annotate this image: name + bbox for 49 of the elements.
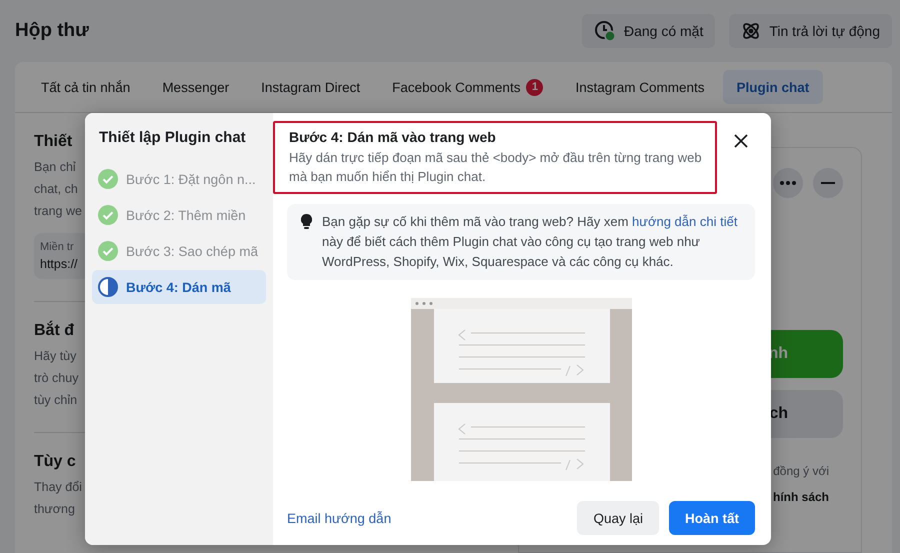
- step-item[interactable]: Bước 4: Dán mã: [92, 270, 266, 304]
- section-text: Bạn chỉ: [34, 159, 76, 176]
- step-item[interactable]: Bước 1: Đặt ngôn n...: [92, 162, 266, 196]
- step-item[interactable]: Bước 3: Sao chép mã: [92, 234, 266, 268]
- section-text: Thay đổi: [34, 479, 82, 496]
- clock-icon: [594, 20, 616, 42]
- minus-icon: [821, 182, 835, 184]
- close-icon: [734, 134, 748, 148]
- section-text: trang we: [34, 203, 82, 220]
- field-value: https://: [40, 257, 78, 271]
- back-button[interactable]: Quay lại: [577, 501, 659, 535]
- policy-link[interactable]: hính sách: [772, 490, 843, 504]
- presence-button[interactable]: Đang có mặt: [582, 14, 716, 48]
- dialog-title: Thiết lập Plugin chat: [98, 129, 247, 148]
- section-text: tùy chỉn: [34, 392, 78, 409]
- section-text: trò chuy: [34, 370, 78, 387]
- tab[interactable]: Messenger: [148, 70, 244, 104]
- check-circle-icon: [98, 241, 118, 261]
- section-title: Tùy c: [34, 453, 76, 471]
- tip-text: Bạn gặp sự cố khi thêm mã vào trang web? Hãy xem hướng dẫn chi tiết này để biết cách thêm Plugin chat vào công cụ tạo trang web như WordPress, Shopify, Wix, Squarespace và các công cụ khác.: [322, 213, 738, 271]
- more-button[interactable]: [773, 168, 803, 198]
- section-text: chat, ch: [34, 181, 78, 198]
- section-text: Hãy tùy: [34, 348, 76, 365]
- step-description: Hãy dán trực tiếp đoạn mã sau thẻ <body> mở đầu trên từng trang web mà bạn muốn hiển thị Plugin chat.: [289, 149, 703, 186]
- email-guide-link[interactable]: Email hướng dẫn: [287, 510, 568, 526]
- more-icon: [780, 181, 796, 185]
- tab[interactable]: Plugin chat: [722, 70, 824, 104]
- minimize-button[interactable]: [813, 168, 843, 198]
- section-title: Thiết: [34, 133, 72, 151]
- lightbulb-icon: [301, 214, 312, 230]
- tab[interactable]: Facebook Comments 1: [378, 70, 558, 104]
- tab[interactable]: Tất cả tin nhắn: [27, 70, 144, 104]
- consent-text: đồng ý với: [773, 464, 830, 478]
- check-circle-icon: [98, 169, 118, 189]
- count-badge: 1: [526, 78, 544, 96]
- half-circle-icon: [98, 277, 118, 297]
- field-label: Miền tr: [40, 241, 74, 253]
- step-heading: Bước 4: Dán mã vào trang web: [289, 129, 497, 145]
- section-text: thương: [34, 501, 75, 518]
- step-item[interactable]: Bước 2: Thêm miền: [92, 198, 266, 232]
- check-circle-icon: [98, 205, 118, 225]
- guide-link[interactable]: hướng dẫn chi tiết: [632, 214, 738, 229]
- auto-reply-button[interactable]: Tin trả lời tự động: [729, 14, 892, 48]
- tab[interactable]: Instagram Direct: [247, 70, 374, 104]
- atom-icon: [741, 21, 762, 41]
- tab[interactable]: Instagram Comments: [561, 70, 718, 104]
- section-title: Bắt đ: [34, 322, 74, 340]
- page-title: Hộp thư: [15, 20, 90, 42]
- finish-button[interactable]: Hoàn tất: [669, 501, 755, 535]
